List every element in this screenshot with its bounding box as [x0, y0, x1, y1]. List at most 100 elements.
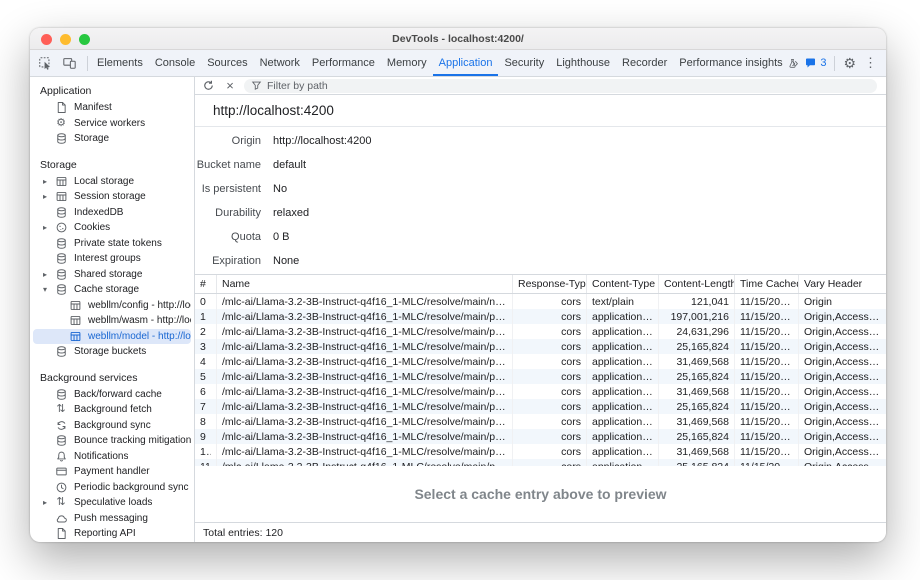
devtools-window: DevTools - localhost:4200/ ElementsConso… — [30, 28, 886, 542]
meta-label: Is persistent — [195, 183, 261, 195]
filter-box[interactable] — [244, 79, 877, 93]
settings-icon[interactable]: ⚙ — [843, 56, 856, 70]
tab-console[interactable]: Console — [149, 50, 201, 76]
column-header-content-type[interactable]: Content-Type — [587, 275, 659, 293]
tab-security[interactable]: Security — [498, 50, 550, 76]
cell-num: 9 — [195, 429, 217, 444]
sidebar-item-speculative-loads[interactable]: ▸⇅Speculative loads — [33, 495, 191, 511]
table-row[interactable]: 3/mlc-ai/Llama-3.2-3B-Instruct-q4f16_1-M… — [195, 339, 886, 354]
chevron-down-icon[interactable]: ▾ — [43, 285, 54, 294]
cell-name: /mlc-ai/Llama-3.2-3B-Instruct-q4f16_1-ML… — [217, 339, 513, 354]
table-row[interactable]: 10/mlc-ai/Llama-3.2-3B-Instruct-q4f16_1-… — [195, 444, 886, 459]
devtools-tabbar: ElementsConsoleSourcesNetworkPerformance… — [30, 50, 886, 77]
table-row[interactable]: 1/mlc-ai/Llama-3.2-3B-Instruct-q4f16_1-M… — [195, 309, 886, 324]
chevron-right-icon[interactable]: ▸ — [43, 177, 54, 186]
sidebar-item-payment-handler[interactable]: Payment handler — [33, 464, 191, 480]
messages-count: 3 — [820, 57, 826, 69]
cell-content-length: 121,041 — [659, 294, 735, 309]
inspect-icon[interactable] — [34, 53, 56, 73]
table-row[interactable]: 6/mlc-ai/Llama-3.2-3B-Instruct-q4f16_1-M… — [195, 384, 886, 399]
column-header-vary-header[interactable]: Vary Header — [799, 275, 886, 293]
messages-icon[interactable]: 3 — [804, 57, 826, 69]
sidebar-item-shared-storage[interactable]: ▸Shared storage — [33, 267, 191, 283]
column-header-time-cached[interactable]: Time Cached — [735, 275, 799, 293]
cell-vary: Origin,Access… — [799, 354, 886, 369]
table-row[interactable]: 8/mlc-ai/Llama-3.2-3B-Instruct-q4f16_1-M… — [195, 414, 886, 429]
sidebar-item-webllm-model-http-loc[interactable]: webllm/model - http://loc… — [33, 329, 191, 345]
table-row[interactable]: 9/mlc-ai/Llama-3.2-3B-Instruct-q4f16_1-M… — [195, 429, 886, 444]
chevron-right-icon[interactable]: ▸ — [43, 498, 54, 507]
refresh-icon[interactable] — [200, 78, 216, 94]
table-row[interactable]: 5/mlc-ai/Llama-3.2-3B-Instruct-q4f16_1-M… — [195, 369, 886, 384]
sidebar-item-manifest[interactable]: Manifest — [33, 100, 191, 116]
column-header-name[interactable]: Name — [217, 275, 513, 293]
tab-elements[interactable]: Elements — [91, 50, 149, 76]
sidebar-item-push-messaging[interactable]: Push messaging — [33, 511, 191, 527]
sidebar-item-interest-groups[interactable]: Interest groups — [33, 251, 191, 267]
cell-vary: Origin,Access… — [799, 384, 886, 399]
section-title-background-services: Background services — [30, 369, 194, 387]
meta-value: relaxed — [273, 207, 309, 219]
device-toolbar-icon[interactable] — [58, 53, 80, 73]
table-row[interactable]: 11/mlc-ai/Llama-3.2-3B-Instruct-q4f16_1-… — [195, 459, 886, 466]
chevron-right-icon[interactable]: ▸ — [43, 192, 54, 201]
table-row[interactable]: 0/mlc-ai/Llama-3.2-3B-Instruct-q4f16_1-M… — [195, 294, 886, 309]
cell-time-cached: 11/15/2024, 10… — [735, 294, 799, 309]
tab-sources[interactable]: Sources — [201, 50, 253, 76]
cell-name: /mlc-ai/Llama-3.2-3B-Instruct-q4f16_1-ML… — [217, 369, 513, 384]
cell-response-type: cors — [513, 459, 587, 466]
clear-icon[interactable]: × — [222, 78, 238, 94]
more-tabs-icon[interactable]: » — [790, 56, 800, 70]
window-title: DevTools - localhost:4200/ — [392, 33, 524, 45]
sidebar-item-private-state-tokens[interactable]: Private state tokens — [33, 236, 191, 252]
tab-network[interactable]: Network — [254, 50, 306, 76]
sidebar-item-bounce-tracking-mitigations[interactable]: Bounce tracking mitigations — [33, 433, 191, 449]
sidebar-item-local-storage[interactable]: ▸Local storage — [33, 174, 191, 190]
column-header-content-length[interactable]: Content-Length — [659, 275, 735, 293]
cell-num: 3 — [195, 339, 217, 354]
table-body[interactable]: 0/mlc-ai/Llama-3.2-3B-Instruct-q4f16_1-M… — [195, 294, 886, 466]
sidebar-item-storage[interactable]: Storage — [33, 131, 191, 147]
table-row[interactable]: 4/mlc-ai/Llama-3.2-3B-Instruct-q4f16_1-M… — [195, 354, 886, 369]
column-header-response-type[interactable]: Response-Type — [513, 275, 587, 293]
tab-lighthouse[interactable]: Lighthouse — [550, 50, 616, 76]
tab-memory[interactable]: Memory — [381, 50, 433, 76]
cell-name: /mlc-ai/Llama-3.2-3B-Instruct-q4f16_1-ML… — [217, 429, 513, 444]
sidebar-item-background-fetch[interactable]: ⇅Background fetch — [33, 402, 191, 418]
cell-response-type: cors — [513, 399, 587, 414]
sidebar-item-label: webllm/wasm - http://loca… — [88, 315, 191, 326]
minimize-window-button[interactable] — [60, 34, 71, 45]
cell-time-cached: 11/15/2024, 10… — [735, 324, 799, 339]
card-icon — [54, 465, 68, 479]
table-row[interactable]: 2/mlc-ai/Llama-3.2-3B-Instruct-q4f16_1-M… — [195, 324, 886, 339]
tab-application[interactable]: Application — [433, 50, 499, 76]
chevron-right-icon[interactable]: ▸ — [43, 223, 54, 232]
sidebar-item-background-sync[interactable]: Background sync — [33, 418, 191, 434]
zoom-window-button[interactable] — [79, 34, 90, 45]
sidebar-item-cookies[interactable]: ▸Cookies — [33, 220, 191, 236]
sidebar-item-webllm-wasm-http-loca[interactable]: webllm/wasm - http://loca… — [33, 313, 191, 329]
sidebar-item-session-storage[interactable]: ▸Session storage — [33, 189, 191, 205]
tab-performance[interactable]: Performance — [306, 50, 381, 76]
sidebar-item-service-workers[interactable]: ⚙Service workers — [33, 116, 191, 132]
cell-content-length: 31,469,568 — [659, 414, 735, 429]
titlebar: DevTools - localhost:4200/ — [30, 28, 886, 50]
column-header--[interactable]: # — [195, 275, 217, 293]
sidebar-item-storage-buckets[interactable]: Storage buckets — [33, 344, 191, 360]
sidebar-item-webllm-config-http-loc[interactable]: webllm/config - http://loc… — [33, 298, 191, 314]
sidebar-item-back-forward-cache[interactable]: Back/forward cache — [33, 387, 191, 403]
close-window-button[interactable] — [41, 34, 52, 45]
cell-name: /mlc-ai/Llama-3.2-3B-Instruct-q4f16_1-ML… — [217, 414, 513, 429]
chevron-right-icon[interactable]: ▸ — [43, 270, 54, 279]
sidebar-item-notifications[interactable]: Notifications — [33, 449, 191, 465]
sidebar-item-indexeddb[interactable]: IndexedDB — [33, 205, 191, 221]
sidebar-item-cache-storage[interactable]: ▾Cache storage — [33, 282, 191, 298]
sidebar-item-periodic-background-sync[interactable]: Periodic background sync — [33, 480, 191, 496]
table-row[interactable]: 7/mlc-ai/Llama-3.2-3B-Instruct-q4f16_1-M… — [195, 399, 886, 414]
cell-num: 0 — [195, 294, 217, 309]
more-icon[interactable]: ⋮ — [861, 55, 880, 71]
cell-content-length: 25,165,824 — [659, 399, 735, 414]
sidebar-item-reporting-api[interactable]: Reporting API — [33, 526, 191, 542]
tab-recorder[interactable]: Recorder — [616, 50, 673, 76]
filter-input[interactable] — [267, 80, 870, 92]
